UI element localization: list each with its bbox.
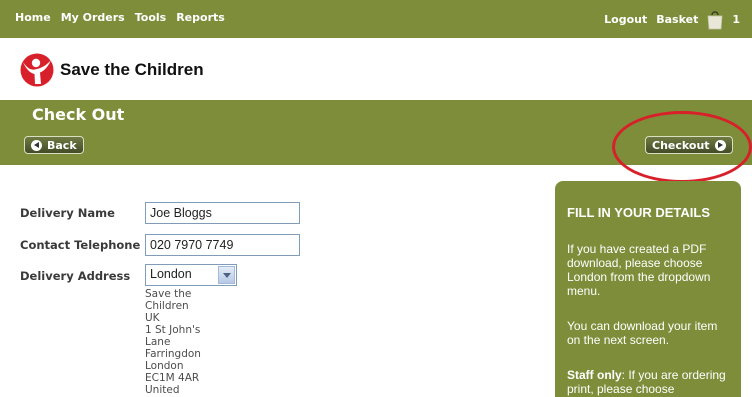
- info-panel-title: FILL IN YOUR DETAILS: [567, 205, 711, 220]
- address-line: London: [145, 360, 184, 372]
- brand-name: Save the Children: [60, 60, 204, 79]
- delivery-address-select[interactable]: London: [145, 264, 237, 286]
- info-paragraph-download: You can download your item on the next s…: [567, 319, 718, 347]
- nav-home[interactable]: Home: [15, 11, 51, 24]
- contact-telephone-input[interactable]: [145, 234, 300, 256]
- address-line: Farringdon: [145, 348, 201, 360]
- basket-link[interactable]: Basket: [656, 13, 698, 26]
- page-header: Check Out Back Checkout: [0, 100, 752, 165]
- address-line: United Kingdom: [145, 384, 191, 397]
- top-nav-bar: Home My Orders Tools Reports Logout Bask…: [0, 0, 752, 38]
- delivery-address-row: Delivery Address: [20, 268, 130, 284]
- main-nav: Home My Orders Tools Reports: [15, 11, 225, 24]
- back-button[interactable]: Back: [24, 136, 84, 154]
- address-line: Save the Children UK: [145, 288, 192, 324]
- delivery-address-block: Save the Children UK 1 St John's Lane Fa…: [145, 288, 201, 397]
- checkout-button-label: Checkout: [652, 138, 710, 152]
- address-line: EC1M 4AR: [145, 372, 200, 384]
- save-the-children-logo-icon[interactable]: [20, 53, 54, 87]
- logo-band: Save the Children: [0, 38, 752, 100]
- delivery-address-label: Delivery Address: [20, 269, 131, 283]
- back-button-label: Back: [47, 138, 77, 152]
- nav-my-orders[interactable]: My Orders: [61, 11, 125, 24]
- info-paragraph-staff: Staff only: If you are ordering print, p…: [567, 368, 731, 396]
- checkout-button[interactable]: Checkout: [645, 136, 733, 154]
- staff-only-label: Staff only: [567, 368, 622, 382]
- dropdown-arrow-icon[interactable]: [218, 266, 235, 284]
- logout-link[interactable]: Logout: [604, 13, 647, 26]
- delivery-name-label: Delivery Name: [20, 206, 115, 220]
- delivery-name-input[interactable]: [145, 202, 300, 224]
- contact-telephone-label: Contact Telephone: [20, 238, 141, 252]
- basket-bag-icon[interactable]: [707, 8, 723, 30]
- delivery-address-selected: London: [150, 267, 192, 281]
- nav-reports[interactable]: Reports: [176, 11, 225, 24]
- info-panel: FILL IN YOUR DETAILS If you have created…: [555, 181, 741, 397]
- info-paragraph-pdf: If you have created a PDF download, plea…: [567, 242, 711, 298]
- user-nav: Logout Basket 1: [604, 6, 740, 32]
- delivery-name-row: Delivery Name: [20, 205, 115, 221]
- contact-telephone-row: Contact Telephone: [20, 237, 140, 253]
- forward-arrow-icon: [714, 139, 726, 151]
- nav-tools[interactable]: Tools: [135, 11, 166, 24]
- basket-count: 1: [732, 12, 740, 26]
- address-line: 1 St John's Lane: [145, 324, 201, 348]
- page-title: Check Out: [32, 105, 125, 124]
- back-arrow-icon: [31, 139, 42, 151]
